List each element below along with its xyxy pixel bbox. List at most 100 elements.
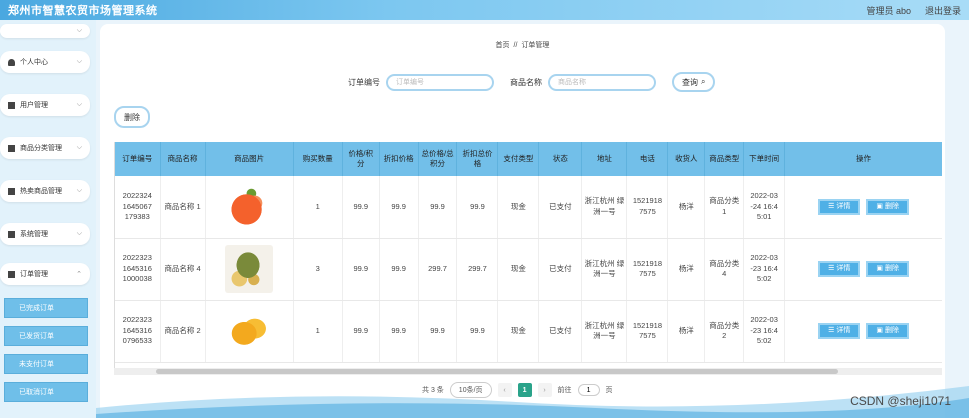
col-header: 下单时间 [743, 142, 786, 176]
sidebar-item-label: 商品分类管理 [20, 145, 62, 152]
sidebar-item-label: 订单管理 [20, 271, 48, 278]
cell-order-time: 2022-03 -24 16:4 5:01 [743, 176, 786, 239]
cell-order-time: 2022-03 -23 16:4 5:02 [743, 300, 786, 363]
col-header: 购买数量 [293, 142, 343, 176]
goto-page-input[interactable] [577, 384, 600, 396]
sidebar: ⌵ 个人中心 ⌵ 用户管理 ⌵ 商品分类管理 ⌵ 热卖商品管理 ⌵ 系统管理 ⌵… [0, 20, 96, 418]
cell-actions: ☰ 详情 ▣ 删除 [784, 300, 942, 363]
trash-icon: ▣ [876, 202, 883, 210]
breadcrumb-home[interactable]: 首页 [496, 42, 510, 49]
col-header: 商品名称 [160, 142, 206, 176]
product-name-input[interactable] [548, 73, 656, 91]
col-header: 总价格/总积分 [418, 142, 458, 176]
col-header: 状态 [538, 142, 583, 176]
sidebar-subitem-shipped[interactable]: 已发货订单 [4, 326, 88, 346]
batch-delete-button[interactable]: 删除 [114, 106, 150, 128]
sidebar-subitem-label: 已完成订单 [19, 305, 54, 312]
sidebar-subitem-label: 已取消订单 [19, 389, 54, 396]
chart-icon [8, 144, 15, 152]
detail-button[interactable]: ☰ 详情 [818, 323, 861, 339]
sidebar-subitem-unpaid[interactable]: 未支付订单 [4, 354, 88, 374]
table-row[interactable]: 2022323 1645316 0796533 商品名称 2 1 99.9 99… [115, 300, 942, 363]
batch-delete-label: 删除 [124, 112, 140, 122]
cell-pay-type: 现金 [497, 238, 540, 301]
page-number[interactable]: 1 [517, 383, 532, 397]
search-button[interactable]: 查询 ⌕ [672, 72, 716, 92]
cell-order-no: 2022323 1645316 1000038 [115, 238, 161, 301]
col-header: 价格/积分 [342, 142, 380, 176]
cell-phone: 1521918 7575 [626, 300, 669, 363]
cell-status: 已支付 [538, 300, 583, 363]
detail-icon: ☰ [828, 202, 835, 210]
order-no-input[interactable] [386, 73, 494, 91]
cell-total: 299.7 [418, 238, 458, 301]
user-icon [8, 58, 15, 66]
cell-discount: 99.9 [379, 300, 419, 363]
sidebar-subitem-cancelled[interactable]: 已取消订单 [4, 382, 88, 402]
cell-actions: ☰ 详情 ▣ 删除 [784, 238, 942, 301]
sidebar-item-hot-products[interactable]: 热卖商品管理 ⌵ [0, 180, 90, 202]
detail-button[interactable]: ☰ 详情 [818, 261, 861, 277]
cell-phone: 1521918 7575 [626, 176, 669, 239]
horizontal-scrollbar[interactable] [114, 368, 942, 375]
cell-discount-total: 99.9 [456, 176, 499, 239]
cell-phone: 1521918 7575 [626, 238, 669, 301]
sidebar-top-item[interactable]: ⌵ [0, 24, 90, 38]
delete-button[interactable]: ▣ 删除 [866, 323, 909, 339]
cell-order-no: 2022323 1645316 0796533 [115, 300, 161, 363]
page-size-select[interactable]: 10条/页 [449, 382, 492, 398]
sidebar-item-profile[interactable]: 个人中心 ⌵ [0, 51, 90, 73]
order-table: 订单编号 商品名称 商品图片 购买数量 价格/积分 折扣价格 总价格/总积分 折… [114, 142, 942, 372]
cell-product-image [205, 176, 294, 239]
detail-icon: ☰ [828, 265, 835, 273]
cell-qty: 3 [293, 238, 343, 301]
cell-order-time: 2022-03 -23 16:4 5:02 [743, 238, 786, 301]
system-title: 郑州市智慧农贸市场管理系统 [8, 5, 158, 17]
cell-product-name: 商品名称 2 [160, 300, 206, 363]
cell-product-name: 商品名称 1 [160, 176, 206, 239]
product-name-label: 商品名称 [510, 77, 542, 87]
delete-button[interactable]: ▣ 删除 [866, 261, 909, 277]
sidebar-item-categories[interactable]: 商品分类管理 ⌵ [0, 137, 90, 159]
delete-button-label: 删除 [885, 265, 899, 273]
logout-link[interactable]: 退出登录 [925, 4, 961, 17]
sidebar-subitem-label: 已发货订单 [19, 333, 54, 340]
sidebar-subitem-label: 未支付订单 [19, 361, 54, 368]
col-header: 收货人 [667, 142, 706, 176]
table-row[interactable]: 2022324 1645067 179383 商品名称 1 1 99.9 99.… [115, 176, 942, 239]
search-form: 订单编号 商品名称 查询 ⌕ [348, 72, 716, 92]
sidebar-item-label: 系统管理 [20, 231, 48, 238]
sidebar-item-label: 用户管理 [20, 102, 48, 109]
sidebar-item-system[interactable]: 系统管理 ⌵ [0, 223, 90, 245]
search-icon: ⌕ [701, 77, 706, 86]
current-user[interactable]: 管理员 abo [866, 4, 911, 17]
top-bar: 郑州市智慧农贸市场管理系统 管理员 abo 退出登录 [0, 0, 969, 20]
delete-button-label: 删除 [885, 202, 899, 210]
cell-actions: ☰ 详情 ▣ 删除 [784, 176, 942, 239]
prev-page-icon[interactable]: ‹ [497, 383, 512, 397]
delete-button-label: 删除 [885, 327, 899, 335]
sidebar-item-label: 个人中心 [20, 59, 48, 66]
cell-qty: 1 [293, 176, 343, 239]
sidebar-item-users[interactable]: 用户管理 ⌵ [0, 94, 90, 116]
order-no-label: 订单编号 [348, 77, 380, 87]
sidebar-item-orders[interactable]: 订单管理 ⌃ [0, 263, 90, 285]
delete-button[interactable]: ▣ 删除 [866, 198, 909, 215]
table-row[interactable]: 2022323 1645316 1000038 商品名称 4 3 99.9 99… [115, 238, 942, 301]
total-count: 共 3 条 [422, 387, 444, 394]
sidebar-subitem-completed[interactable]: 已完成订单 [4, 298, 88, 318]
scrollbar-thumb[interactable] [156, 369, 838, 374]
cell-price: 99.9 [342, 176, 380, 239]
chevron-down-icon: ⌵ [76, 58, 82, 65]
col-header: 商品图片 [205, 142, 294, 176]
detail-button[interactable]: ☰ 详情 [818, 198, 861, 215]
search-button-label: 查询 [682, 77, 698, 87]
cell-product-type: 商品分类 4 [704, 238, 745, 301]
cell-total: 99.9 [418, 300, 458, 363]
mango-image [225, 307, 274, 355]
sidebar-item-label: 热卖商品管理 [20, 188, 62, 195]
breadcrumb-current: 订单管理 [521, 42, 550, 49]
next-page-icon[interactable]: › [537, 383, 552, 397]
chevron-down-icon: ⌵ [76, 101, 82, 108]
detail-icon: ☰ [828, 327, 835, 335]
